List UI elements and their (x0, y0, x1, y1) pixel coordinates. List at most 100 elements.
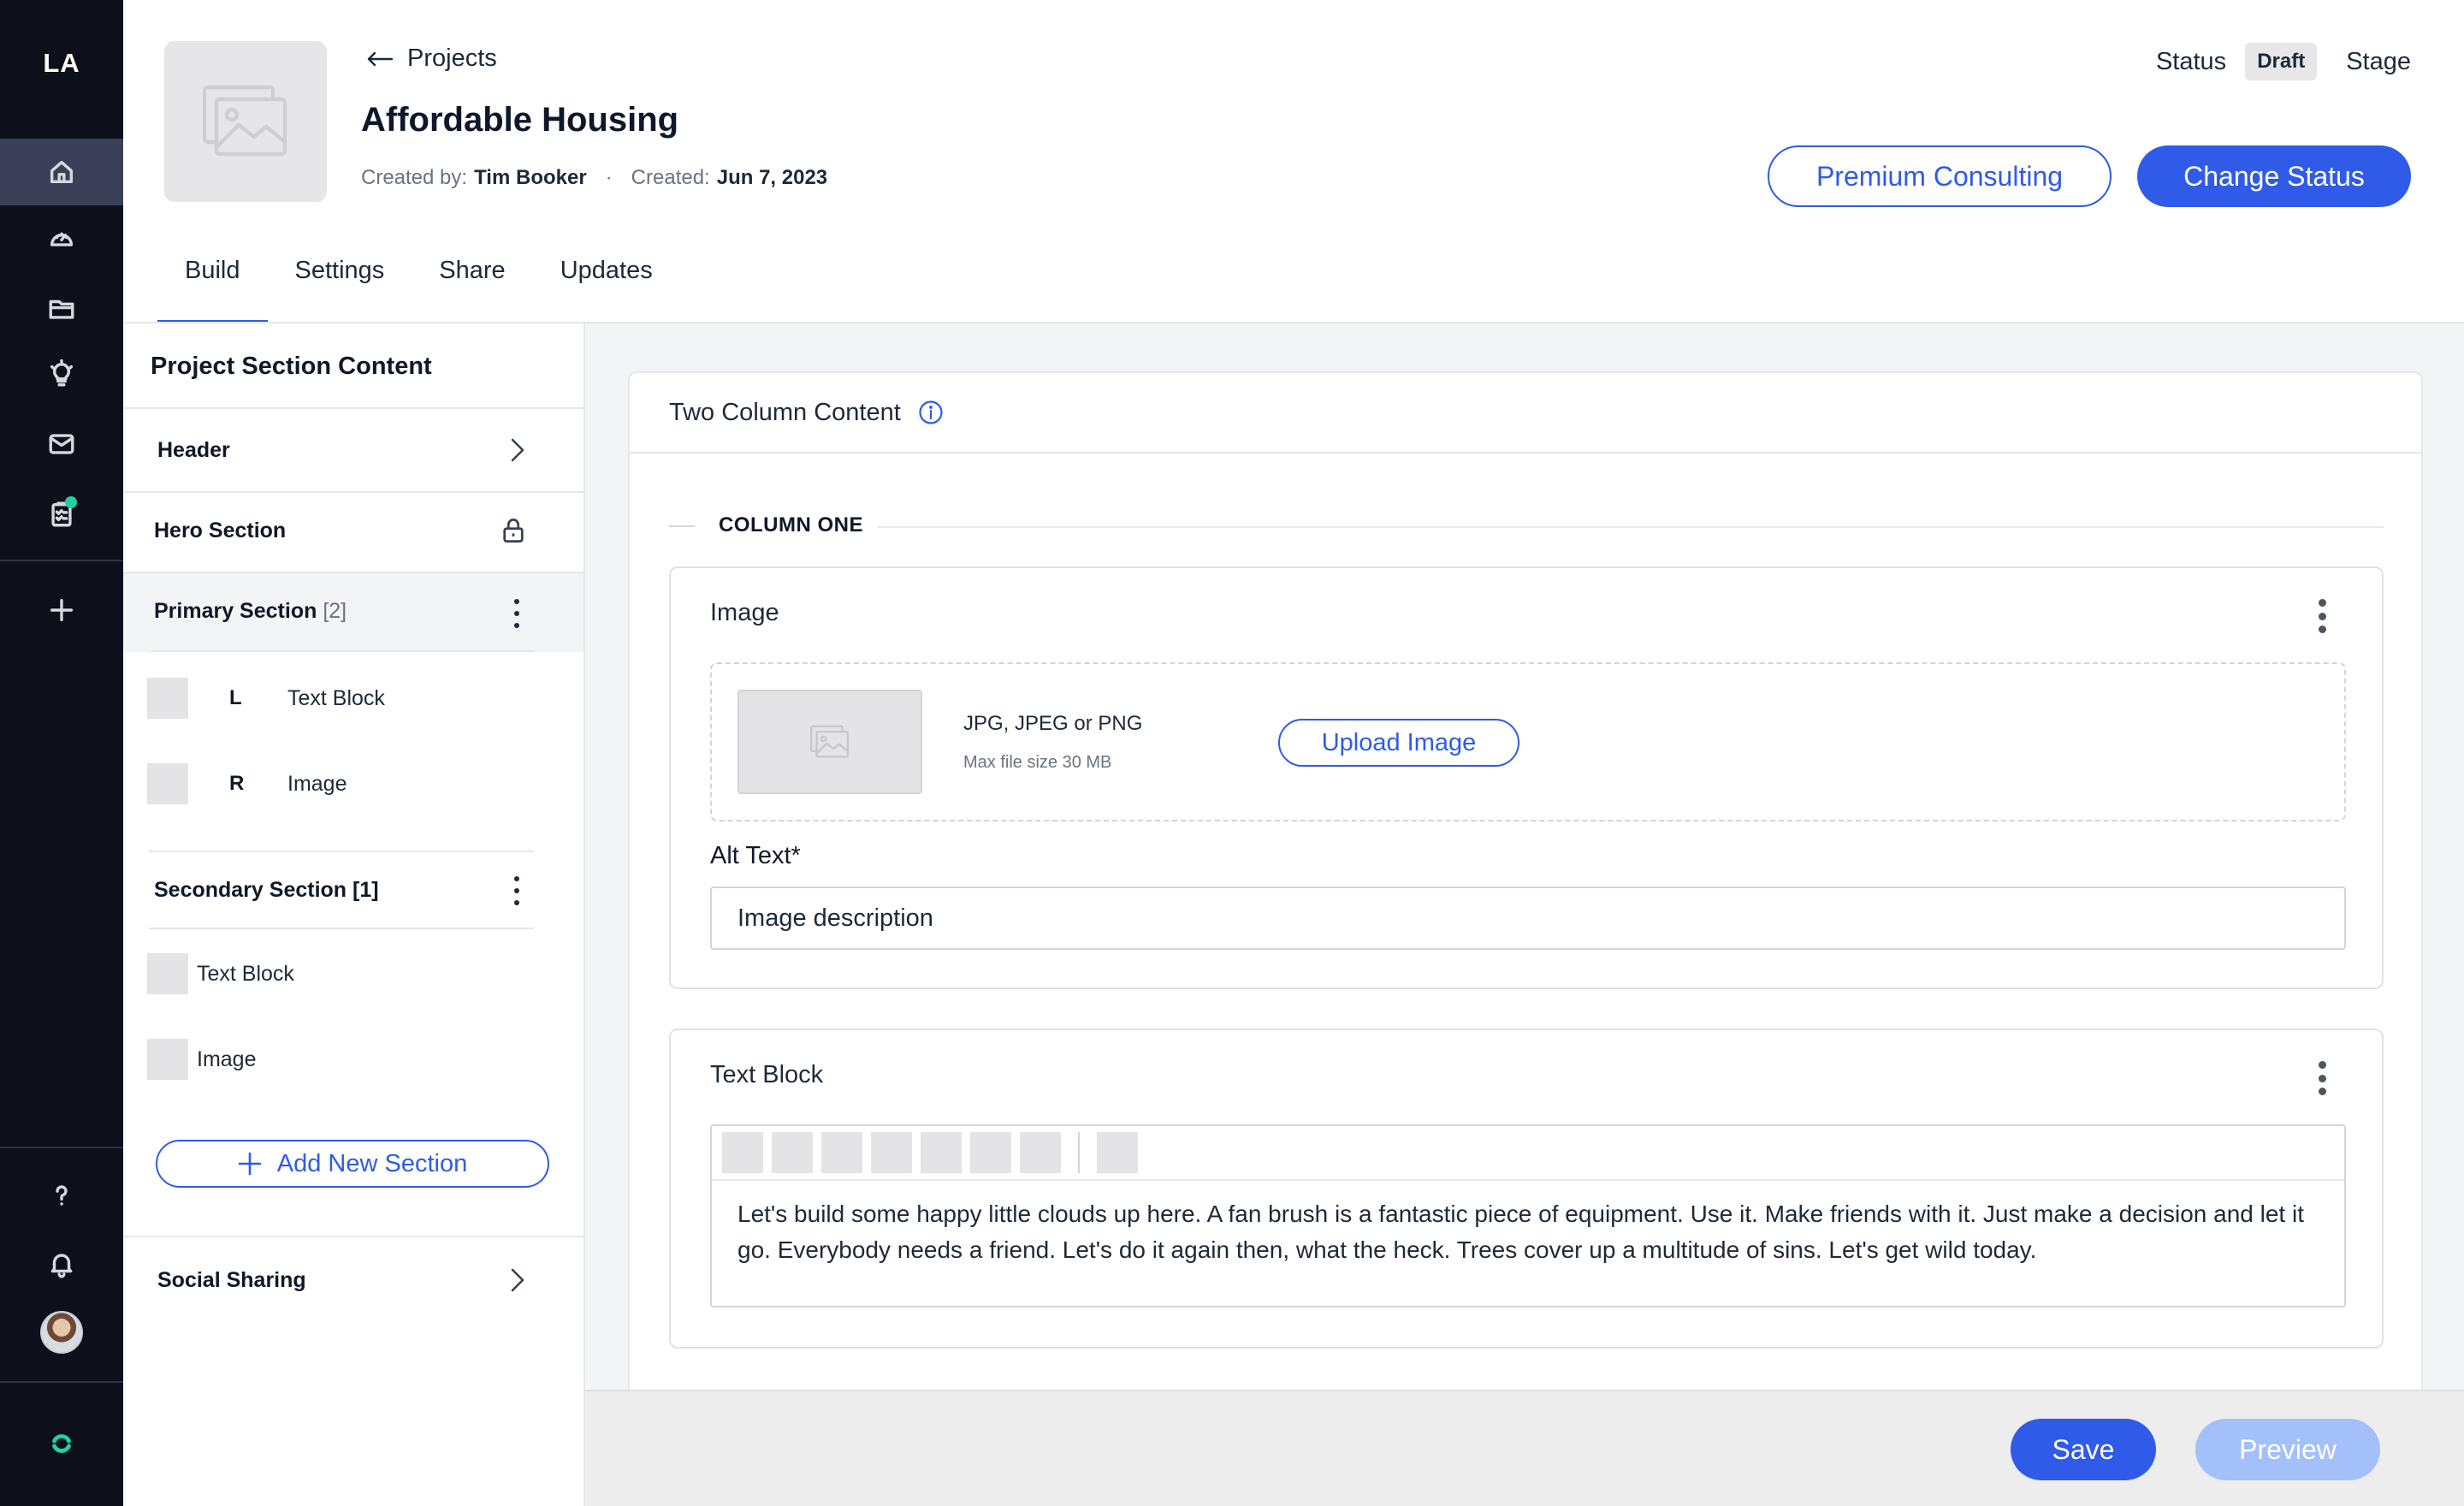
slot-letter-l: L (229, 686, 242, 709)
toolbar-separator (1078, 1132, 1080, 1173)
chevron-right-icon (511, 438, 524, 462)
created-label: Created: (631, 166, 710, 189)
drag-handle[interactable] (147, 1039, 188, 1080)
toolbar-button[interactable] (772, 1132, 813, 1173)
tab-settings[interactable]: Settings (268, 257, 412, 323)
lightbulb-icon (50, 359, 74, 387)
toolbar-button[interactable] (1097, 1132, 1138, 1173)
project-meta: Created by: Tim Booker · Created: Jun 7,… (361, 166, 827, 190)
add-new-section-label: Add New Section (276, 1149, 468, 1177)
nav-home[interactable] (0, 139, 123, 205)
toolbar-button[interactable] (871, 1132, 912, 1173)
image-placeholder-icon (202, 85, 287, 157)
left-rail: LA (0, 0, 123, 1506)
column-one-label: COLUMN ONE (719, 513, 863, 537)
text-block-body[interactable]: Let's build some happy little clouds up … (712, 1181, 2344, 1284)
section-row-social-sharing[interactable]: Social Sharing (123, 1237, 583, 1319)
avatar[interactable] (40, 1311, 83, 1354)
toolbar-button[interactable] (1020, 1132, 1061, 1173)
folder-icon (49, 299, 74, 319)
panel-divider (149, 928, 534, 929)
bell-icon (50, 1254, 73, 1278)
secondary-item[interactable]: Text Block (123, 953, 583, 1015)
primary-item-left[interactable]: L Text Block (123, 678, 583, 739)
save-button[interactable]: Save (2011, 1419, 2156, 1480)
preview-button[interactable]: Preview (2195, 1419, 2380, 1480)
brand-mark[interactable] (0, 1410, 123, 1477)
arrow-left-icon (367, 51, 394, 66)
secondary-item[interactable]: Image (123, 1039, 583, 1100)
premium-consulting-button[interactable]: Premium Consulting (1768, 145, 2112, 207)
image-block-menu-icon[interactable] (2317, 599, 2327, 633)
meta-separator: · (605, 166, 613, 189)
text-block-menu-icon[interactable] (2317, 1061, 2327, 1095)
dashboard-gauge-icon (50, 232, 74, 246)
created-by-value: Tim Booker (474, 166, 587, 189)
info-icon[interactable] (918, 400, 944, 425)
nav-messages[interactable] (0, 411, 123, 477)
nav-add[interactable] (0, 577, 123, 643)
nav-tasks[interactable] (0, 481, 123, 548)
nav-notifications[interactable] (0, 1230, 123, 1297)
project-thumbnail[interactable] (164, 41, 327, 202)
secondary-section-menu-icon[interactable] (512, 876, 521, 905)
created-date-value: Jun 7, 2023 (716, 166, 828, 189)
secondary-section-row[interactable]: Secondary Section [1] (123, 852, 583, 928)
card-header: Two Column Content (630, 373, 2421, 454)
section-row-header[interactable]: Header (123, 409, 583, 491)
add-new-section-button[interactable]: Add New Section (156, 1140, 549, 1188)
image-placeholder-icon (810, 725, 850, 758)
primary-section-name: Primary Section (154, 599, 317, 623)
lock-icon (503, 519, 524, 543)
primary-section-count: [2] (323, 599, 347, 623)
rail-divider-bottom (0, 1147, 123, 1148)
tab-share[interactable]: Share (412, 257, 532, 323)
drag-handle[interactable] (147, 763, 188, 804)
change-status-button[interactable]: Change Status (2137, 145, 2411, 207)
social-sharing-label: Social Sharing (157, 1268, 306, 1292)
toolbar-button[interactable] (970, 1132, 1011, 1173)
nav-projects[interactable] (0, 276, 123, 342)
brand-mark-icon (52, 1434, 71, 1453)
nav-dashboard[interactable] (0, 205, 123, 272)
section-list-panel: Project Section Content Header Hero Sect… (123, 323, 585, 1506)
card-title: Two Column Content (669, 398, 901, 426)
column-rule-left (669, 525, 695, 527)
tab-updates[interactable]: Updates (533, 257, 680, 323)
app-logo[interactable]: LA (0, 48, 123, 79)
back-to-projects-link[interactable]: Projects (366, 44, 497, 73)
section-row-hero[interactable]: Hero Section (123, 493, 583, 572)
primary-item-right[interactable]: R Image (123, 760, 583, 821)
created-by-label: Created by: (361, 166, 468, 189)
editor-area: Two Column Content COLUMN ONE Image JPG, (585, 323, 2464, 1506)
tab-bar: Build Settings Share Updates (157, 257, 680, 323)
alt-text-input[interactable] (710, 886, 2346, 950)
rich-text-editor: Let's build some happy little clouds up … (710, 1124, 2346, 1307)
primary-section-menu-icon[interactable] (512, 599, 521, 628)
stage-label[interactable]: Stage (2346, 48, 2411, 76)
secondary-item-label: Image (197, 1047, 257, 1071)
rail-divider-brand (0, 1381, 123, 1383)
toolbar-button[interactable] (722, 1132, 763, 1173)
nav-help[interactable] (0, 1162, 123, 1229)
plus-icon (50, 598, 74, 622)
two-column-content-card: Two Column Content COLUMN ONE Image JPG, (628, 371, 2423, 1398)
image-dropzone[interactable]: JPG, JPEG or PNG Max file size 30 MB Upl… (710, 662, 2346, 821)
back-link-label: Projects (407, 44, 497, 72)
panel-divider (151, 650, 534, 652)
upload-image-button[interactable]: Upload Image (1278, 719, 1519, 767)
status-row: Status Draft Stage (2156, 43, 2411, 80)
home-icon (50, 160, 74, 184)
primary-item-label: Image (287, 772, 347, 796)
toolbar-button[interactable] (821, 1132, 862, 1173)
tab-build[interactable]: Build (157, 257, 268, 323)
text-block-card: Text Block Let's build some happy little… (669, 1029, 2384, 1349)
drag-handle[interactable] (147, 678, 188, 719)
nav-ideas[interactable] (0, 341, 123, 407)
section-panel-title: Project Section Content (151, 353, 432, 380)
max-file-size: Max file size 30 MB (963, 753, 1112, 772)
drag-handle[interactable] (147, 953, 188, 994)
text-block-title: Text Block (710, 1061, 824, 1088)
toolbar-button[interactable] (921, 1132, 962, 1173)
primary-section-row[interactable]: Primary Section [2] (123, 573, 583, 652)
